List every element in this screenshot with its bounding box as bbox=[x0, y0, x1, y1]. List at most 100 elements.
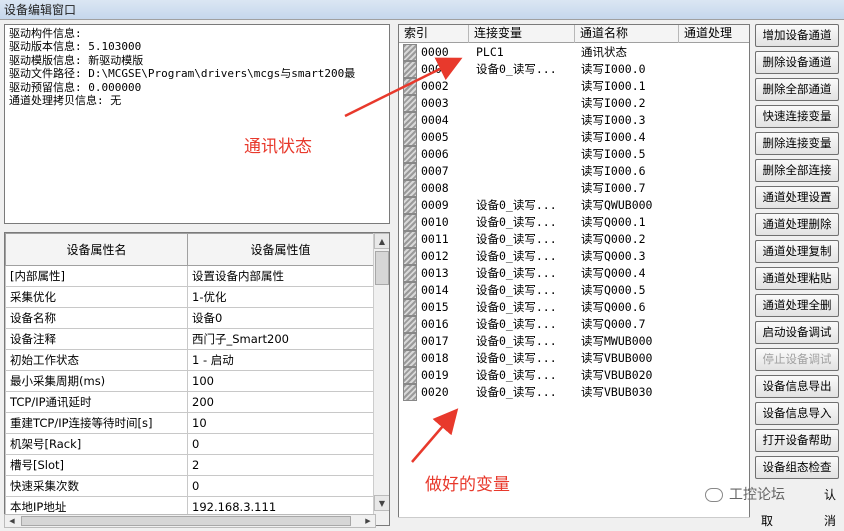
action-button[interactable]: 通道处理复制 bbox=[755, 240, 839, 263]
property-value[interactable]: 西门子_Smart200 bbox=[187, 328, 374, 350]
channel-row[interactable]: 0004 读写I000.3 bbox=[399, 112, 749, 129]
property-row[interactable]: 最小采集周期(ms) 100 bbox=[5, 370, 374, 392]
channel-row[interactable]: 0001 设备0_读写... 读写I000.0 bbox=[399, 61, 749, 78]
channel-variable: 设备0_读写... bbox=[476, 300, 557, 314]
property-row[interactable]: 重建TCP/IP连接等待时间[s] 10 bbox=[5, 412, 374, 434]
action-button[interactable]: 设备组态检查 bbox=[755, 456, 839, 479]
action-button[interactable]: 停止设备调试 bbox=[755, 348, 839, 371]
props-vertical-scrollbar[interactable]: ▲ ▼ bbox=[373, 233, 389, 525]
scroll-thumb[interactable] bbox=[375, 251, 389, 285]
action-button[interactable]: 删除设备通道 bbox=[755, 51, 839, 74]
action-button[interactable]: 删除全部通道 bbox=[755, 78, 839, 101]
cancel-button[interactable]: 取 bbox=[761, 512, 773, 529]
channel-icon bbox=[403, 333, 417, 350]
property-row[interactable]: 槽号[Slot] 2 bbox=[5, 454, 374, 476]
annotation-done-vars: 做好的变量 bbox=[425, 475, 510, 495]
action-button[interactable]: 快速连接变量 bbox=[755, 105, 839, 128]
action-button[interactable]: 设备信息导入 bbox=[755, 402, 839, 425]
channel-list: 索引 连接变量 通道名称 通道处理 0000 PLC1 通讯状态 0001 设备0_读写… bbox=[398, 24, 750, 526]
cancel-button-fragment[interactable]: 消 bbox=[824, 512, 836, 529]
property-value[interactable]: 1 - 启动 bbox=[187, 349, 374, 371]
property-name: 槽号[Slot] bbox=[5, 454, 188, 476]
action-button[interactable]: 通道处理全删 bbox=[755, 294, 839, 317]
channel-name: 通讯状态 bbox=[581, 45, 627, 59]
props-horizontal-scrollbar[interactable]: ◀ ▶ bbox=[4, 514, 376, 528]
property-value[interactable]: 1-优化 bbox=[187, 286, 374, 308]
scroll-left-icon[interactable]: ◀ bbox=[5, 515, 19, 527]
property-value[interactable]: 2 bbox=[187, 454, 374, 476]
channel-name: 读写Q000.3 bbox=[581, 249, 646, 263]
property-row[interactable]: TCP/IP通讯延时 200 bbox=[5, 391, 374, 413]
scroll-down-icon[interactable]: ▼ bbox=[374, 495, 389, 511]
property-name: 设备名称 bbox=[5, 307, 188, 329]
channel-icon bbox=[403, 282, 417, 299]
action-button[interactable]: 启动设备调试 bbox=[755, 321, 839, 344]
channel-variable: 设备0_读写... bbox=[476, 368, 557, 382]
channel-row[interactable]: 0017 设备0_读写... 读写MWUB000 bbox=[399, 333, 749, 350]
confirm-button-fragment[interactable]: 认 bbox=[824, 486, 836, 503]
property-value[interactable]: 设备0 bbox=[187, 307, 374, 329]
channel-row[interactable]: 0011 设备0_读写... 读写Q000.2 bbox=[399, 231, 749, 248]
channel-row[interactable]: 0012 设备0_读写... 读写Q000.3 bbox=[399, 248, 749, 265]
action-button[interactable]: 通道处理粘贴 bbox=[755, 267, 839, 290]
scroll-right-icon[interactable]: ▶ bbox=[361, 515, 375, 527]
channel-name: 读写I000.7 bbox=[581, 181, 646, 195]
channel-row[interactable]: 0018 设备0_读写... 读写VBUB000 bbox=[399, 350, 749, 367]
col-channel-name[interactable]: 通道名称 bbox=[575, 25, 679, 43]
channel-row[interactable]: 0019 设备0_读写... 读写VBUB020 bbox=[399, 367, 749, 384]
col-index[interactable]: 索引 bbox=[399, 25, 469, 43]
scroll-up-icon[interactable]: ▲ bbox=[374, 233, 389, 249]
props-header-name[interactable]: 设备属性名 bbox=[5, 233, 188, 266]
channel-row[interactable]: 0014 设备0_读写... 读写Q000.5 bbox=[399, 282, 749, 299]
property-row[interactable]: 采集优化 1-优化 bbox=[5, 286, 374, 308]
channel-row[interactable]: 0009 设备0_读写... 读写QWUB000 bbox=[399, 197, 749, 214]
property-row[interactable]: 初始工作状态 1 - 启动 bbox=[5, 349, 374, 371]
action-buttons: 增加设备通道 删除设备通道 删除全部通道 快速连接变量 删除连接变量 删除全部连接 通道处理… bbox=[755, 24, 841, 483]
property-row[interactable]: 机架号[Rack] 0 bbox=[5, 433, 374, 455]
property-row[interactable]: [内部属性] 设置设备内部属性 bbox=[5, 265, 374, 287]
channel-row[interactable]: 0008 读写I000.7 bbox=[399, 180, 749, 197]
channel-row[interactable]: 0006 读写I000.5 bbox=[399, 146, 749, 163]
action-button[interactable]: 删除全部连接 bbox=[755, 159, 839, 182]
channel-icon bbox=[403, 350, 417, 367]
watermark: 工控论坛 bbox=[705, 484, 785, 504]
col-variable[interactable]: 连接变量 bbox=[469, 25, 575, 43]
action-button[interactable]: 设备信息导出 bbox=[755, 375, 839, 398]
property-name: [内部属性] bbox=[5, 265, 188, 287]
action-button[interactable]: 删除连接变量 bbox=[755, 132, 839, 155]
channel-row[interactable]: 0005 读写I000.4 bbox=[399, 129, 749, 146]
channel-name: 读写I000.6 bbox=[581, 164, 646, 178]
property-row[interactable]: 设备名称 设备0 bbox=[5, 307, 374, 329]
channel-row[interactable]: 0003 读写I000.2 bbox=[399, 95, 749, 112]
channel-name: 读写Q000.1 bbox=[581, 215, 646, 229]
property-value[interactable]: 0 bbox=[187, 475, 374, 497]
action-button[interactable]: 通道处理设置 bbox=[755, 186, 839, 209]
channel-row[interactable]: 0007 读写I000.6 bbox=[399, 163, 749, 180]
action-button[interactable]: 打开设备帮助 bbox=[755, 429, 839, 452]
property-row[interactable]: 快速采集次数 0 bbox=[5, 475, 374, 497]
driver-info-line: 驱动构件信息: bbox=[9, 27, 82, 40]
col-channel-process[interactable]: 通道处理 bbox=[679, 25, 749, 43]
props-header-value[interactable]: 设备属性值 bbox=[187, 233, 374, 266]
property-value[interactable]: 设置设备内部属性 bbox=[187, 265, 374, 287]
action-button[interactable]: 通道处理删除 bbox=[755, 213, 839, 236]
property-row[interactable]: 设备注释 西门子_Smart200 bbox=[5, 328, 374, 350]
action-button[interactable]: 增加设备通道 bbox=[755, 24, 839, 47]
scroll-thumb-horizontal[interactable] bbox=[21, 516, 351, 526]
channel-row[interactable]: 0000 PLC1 通讯状态 bbox=[399, 44, 749, 61]
channel-name: 读写I000.3 bbox=[581, 113, 646, 127]
channel-icon bbox=[403, 197, 417, 214]
property-value[interactable]: 200 bbox=[187, 391, 374, 413]
property-value[interactable]: 0 bbox=[187, 433, 374, 455]
channel-row[interactable]: 0016 设备0_读写... 读写Q000.7 bbox=[399, 316, 749, 333]
channel-list-scrollbar[interactable] bbox=[398, 517, 750, 527]
channel-row[interactable]: 0015 设备0_读写... 读写Q000.6 bbox=[399, 299, 749, 316]
channel-index: 0016 bbox=[421, 317, 449, 331]
channel-name: 读写I000.5 bbox=[581, 147, 646, 161]
channel-row[interactable]: 0002 读写I000.1 bbox=[399, 78, 749, 95]
property-value[interactable]: 10 bbox=[187, 412, 374, 434]
property-value[interactable]: 100 bbox=[187, 370, 374, 392]
channel-row[interactable]: 0010 设备0_读写... 读写Q000.1 bbox=[399, 214, 749, 231]
channel-row[interactable]: 0020 设备0_读写... 读写VBUB030 bbox=[399, 384, 749, 401]
channel-row[interactable]: 0013 设备0_读写... 读写Q000.4 bbox=[399, 265, 749, 282]
